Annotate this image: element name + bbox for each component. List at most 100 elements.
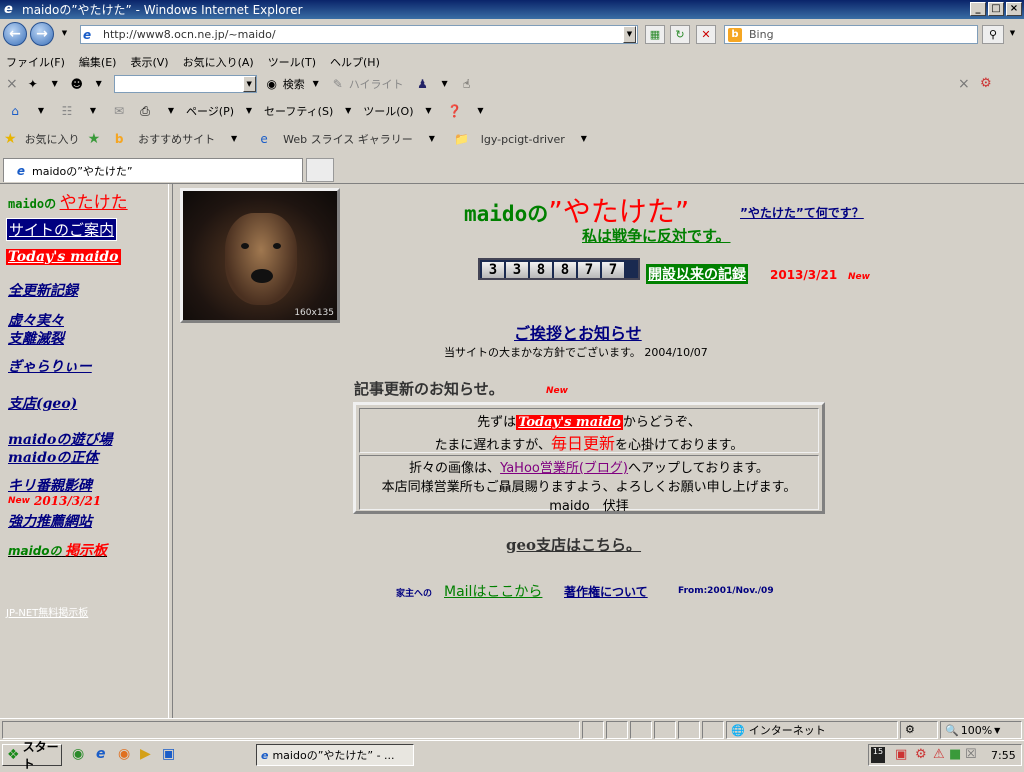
tray-icon[interactable]: ▣ <box>895 747 907 762</box>
back-button[interactable]: ← <box>3 22 27 46</box>
toolbar2-close-icon[interactable]: × <box>958 76 970 92</box>
protected-mode-pane[interactable]: ⚙ <box>900 721 938 739</box>
safety-menu[interactable]: セーフティ(S) <box>264 103 333 119</box>
dropdown-arrow-icon[interactable]: ▼ <box>32 103 50 119</box>
dropdown-arrow-icon[interactable]: ▼ <box>307 76 325 92</box>
print-icon[interactable]: ⎙ <box>136 103 154 119</box>
feeds-icon[interactable]: ☷ <box>58 103 76 119</box>
dropdown-arrow-icon[interactable]: ▼ <box>240 103 258 119</box>
tray-icon[interactable]: ⚠ <box>933 747 945 762</box>
mail-icon[interactable]: ✉ <box>110 103 128 119</box>
address-dropdown-icon[interactable]: ▼ <box>623 26 636 43</box>
address-bar[interactable]: e http://www8.ocn.ne.jp/~maido/ <box>80 25 638 44</box>
home-icon[interactable]: ⌂ <box>6 103 24 119</box>
search-input[interactable]: b Bing <box>724 25 978 44</box>
taskbar-ie-window[interactable]: e maidoの”やたけた” - ... <box>256 744 414 766</box>
records-link[interactable]: 開設以来の記録 <box>646 264 748 284</box>
greeting-link[interactable]: ご挨拶とお知らせ <box>514 320 642 344</box>
what-is-link[interactable]: ”やたけた”て何です？ <box>740 204 864 221</box>
forward-button[interactable]: → <box>30 22 54 46</box>
sidebar-jpnet-link[interactable]: JP-NET無料掲示板 <box>6 604 88 619</box>
close-button[interactable]: × <box>1006 2 1022 16</box>
anti-war-link[interactable]: 私は戦争に反対です。 <box>582 225 731 246</box>
compat-view-icon[interactable]: ▦ <box>645 25 665 44</box>
sidebar-full-update-link[interactable]: 全更新記録 <box>8 280 78 300</box>
tab-current[interactable]: e maidoの”やたけた” <box>3 158 303 182</box>
search-icon[interactable]: ⚲ <box>982 25 1004 44</box>
person-icon[interactable]: ♟ <box>414 76 432 92</box>
maximize-button[interactable]: □ <box>988 2 1004 16</box>
sidebar-kiriban-link[interactable]: キリ番親影碑 <box>8 475 92 495</box>
help-icon[interactable]: ❓ <box>446 103 464 119</box>
menu-favorites[interactable]: お気に入り(A) <box>183 54 254 70</box>
webslice-gallery-link[interactable]: Web スライス ギャラリー <box>283 131 413 147</box>
favorites-button[interactable]: お気に入り <box>25 131 80 147</box>
suggested-sites-link[interactable]: おすすめサイト <box>138 131 215 147</box>
copyright-link[interactable]: 著作権について <box>564 583 648 600</box>
tools-menu[interactable]: ツール(O) <box>363 103 413 119</box>
dropdown-arrow-icon[interactable]: ▼ <box>225 131 243 147</box>
sidebar-bbs-link[interactable]: maidoの 掲示板 <box>8 540 107 560</box>
tray-icon[interactable]: ⚙ <box>915 747 927 762</box>
start-button[interactable]: ❖ スタート <box>2 740 62 771</box>
highlight-icon[interactable]: ✎ <box>329 76 347 92</box>
select-arrow-icon[interactable]: ▼ <box>242 75 256 92</box>
dropdown-arrow-icon[interactable]: ▼ <box>472 103 490 119</box>
menu-edit[interactable]: 編集(E) <box>79 54 117 70</box>
search-options-icon[interactable]: ▼ <box>1006 26 1019 43</box>
sidebar-recommend-link[interactable]: 強力推薦網站 <box>8 511 92 531</box>
bird-icon[interactable]: ✦ <box>24 76 42 92</box>
dropdown-arrow-icon[interactable]: ▼ <box>420 103 438 119</box>
dropdown-arrow-icon[interactable]: ▼ <box>90 76 108 92</box>
binoculars-icon[interactable]: ◉ <box>263 76 281 92</box>
dropdown-arrow-icon[interactable]: ▼ <box>339 103 357 119</box>
minimize-button[interactable]: _ <box>970 2 986 16</box>
sidebar-playground-link[interactable]: maidoの遊び場 <box>8 429 112 449</box>
sidebar-shiri-link[interactable]: 支離滅裂 <box>8 328 64 348</box>
mail-link[interactable]: Mailはここから <box>444 581 542 601</box>
dropdown-arrow-icon[interactable]: ▼ <box>436 76 454 92</box>
menu-file[interactable]: ファイル(F) <box>6 54 65 70</box>
site-title[interactable]: maidoの やたけた <box>8 188 128 213</box>
zoom-control[interactable]: 🔍 100% ▼ <box>940 721 1022 739</box>
frame-divider[interactable] <box>168 184 173 718</box>
dropdown-arrow-icon[interactable]: ▼ <box>575 131 593 147</box>
page-menu[interactable]: ページ(P) <box>186 103 234 119</box>
add-favorite-icon[interactable]: ★ <box>88 131 101 147</box>
refresh-icon[interactable]: ↻ <box>670 25 690 44</box>
folder-link[interactable]: lgy-pcigt-driver <box>481 133 565 146</box>
new-tab-button[interactable] <box>306 158 334 182</box>
chrome-icon[interactable]: ◉ <box>72 746 84 762</box>
ie-icon[interactable]: e <box>96 746 106 762</box>
toolbar-close-icon[interactable]: × <box>6 76 18 92</box>
tray-icon[interactable]: ■ <box>949 747 961 762</box>
tray-icon[interactable]: ☒ <box>965 747 977 762</box>
sidebar-gallery-link[interactable]: ぎゃらりぃー <box>8 356 92 376</box>
sidebar-guide-link[interactable]: サイトのご案内 <box>6 218 118 241</box>
toolbar-search-button[interactable]: 検索 <box>283 76 305 92</box>
media-player-icon[interactable]: ▶ <box>140 746 151 762</box>
sidebar-identity-link[interactable]: maidoの正体 <box>8 447 98 467</box>
geo-branch-link[interactable]: geo支店はこちら。 <box>506 534 641 555</box>
today-maido-link[interactable]: Today's maido <box>516 415 623 430</box>
menu-tools[interactable]: ツール(T) <box>268 54 316 70</box>
addon-icon[interactable]: ⚙ <box>980 76 992 91</box>
stop-icon[interactable]: ✕ <box>696 25 716 44</box>
toolbar-search-select[interactable]: ▼ <box>113 74 257 93</box>
dropdown-arrow-icon[interactable]: ▼ <box>423 131 441 147</box>
pointer-icon[interactable]: ☝ <box>458 76 476 92</box>
sidebar-branch-link[interactable]: 支店(geo) <box>8 393 77 413</box>
dropdown-arrow-icon[interactable]: ▼ <box>84 103 102 119</box>
highlight-button[interactable]: ハイライト <box>349 76 404 92</box>
dropdown-arrow-icon[interactable]: ▼ <box>162 103 180 119</box>
yahoo-blog-link[interactable]: YaHoo営業所(ブログ) <box>500 461 628 476</box>
history-dropdown-icon[interactable]: ▼ <box>58 26 71 43</box>
sidebar-today-link[interactable]: Today's maido <box>6 249 121 265</box>
firefox-icon[interactable]: ◉ <box>118 746 130 762</box>
people-icon[interactable]: ☻ <box>68 76 86 92</box>
dropdown-arrow-icon[interactable]: ▼ <box>46 76 64 92</box>
menu-help[interactable]: ヘルプ(H) <box>330 54 380 70</box>
sidebar-kyokyo-link[interactable]: 虚々実々 <box>8 310 64 330</box>
app-icon[interactable]: ▣ <box>162 746 175 762</box>
menu-view[interactable]: 表示(V) <box>130 54 168 70</box>
